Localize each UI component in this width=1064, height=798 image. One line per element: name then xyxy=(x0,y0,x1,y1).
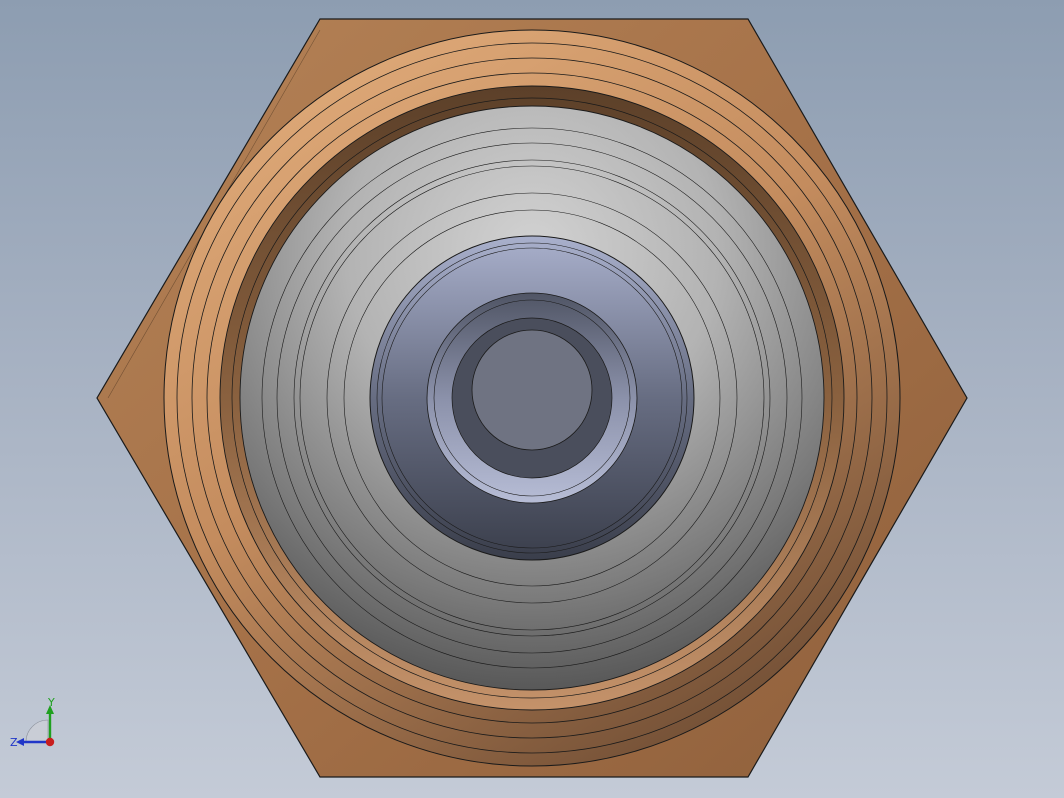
axis-triad-icon: Y Z xyxy=(10,696,55,749)
center-hole-face[interactable] xyxy=(471,329,593,451)
part-model[interactable] xyxy=(0,0,1064,798)
x-axis-dot xyxy=(45,737,55,747)
triad-base-quadrant xyxy=(25,719,49,743)
cad-viewport[interactable]: Y Z xyxy=(0,0,1064,798)
y-axis-label: Y xyxy=(47,696,55,709)
z-axis-label: Z xyxy=(10,736,18,749)
